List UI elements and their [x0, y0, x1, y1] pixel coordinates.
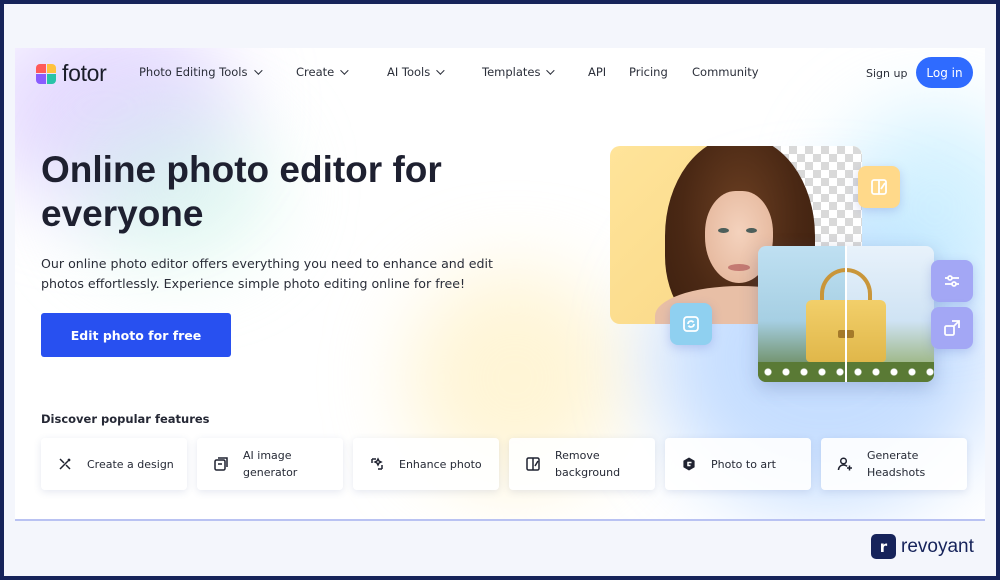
top-nav: fotor Photo Editing Tools Create AI Tool…	[15, 48, 985, 98]
feature-generate-headshots[interactable]: Generate Headshots	[821, 438, 967, 490]
feature-remove-background[interactable]: Remove background	[509, 438, 655, 490]
nav-item-pricing[interactable]: Pricing	[629, 65, 668, 79]
hero-title: Online photo editor for everyone	[41, 149, 442, 234]
nav-item-label: Community	[692, 65, 759, 79]
remove-bg-icon	[526, 457, 540, 471]
login-button[interactable]: Log in	[916, 57, 973, 88]
handbag-image	[758, 246, 934, 382]
nav-item-label: Photo Editing Tools	[139, 65, 248, 79]
revoyant-logo-text: revoyant	[901, 535, 974, 557]
signup-link[interactable]: Sign up	[866, 67, 907, 80]
nav-item-ai-tools[interactable]: AI Tools	[387, 65, 445, 79]
headshot-icon	[837, 457, 852, 471]
logo-text: fotor	[62, 60, 107, 86]
revoyant-logo-icon: r	[871, 534, 896, 559]
feature-create-design[interactable]: Create a design	[41, 438, 187, 490]
fotor-homepage: fotor Photo Editing Tools Create AI Tool…	[15, 48, 985, 521]
nav-item-templates[interactable]: Templates	[482, 65, 556, 79]
feature-label: Remove background	[555, 449, 621, 479]
nav-item-api[interactable]: API	[588, 65, 606, 79]
photo-to-art-icon	[683, 457, 695, 471]
hero-illustration	[610, 146, 973, 386]
nav-item-label: AI Tools	[387, 65, 431, 79]
compare-divider	[845, 246, 847, 382]
feature-label: Enhance photo	[399, 457, 482, 471]
nav-item-label: API	[588, 65, 607, 79]
fotor-logo[interactable]: fotor	[36, 60, 107, 87]
feature-label: Photo to art	[711, 457, 776, 471]
resize-icon	[931, 307, 973, 349]
revoyant-logo: r revoyant	[871, 534, 974, 559]
chevron-down-icon	[436, 66, 445, 75]
nav-item-create[interactable]: Create	[296, 65, 349, 79]
feature-ai-image-generator[interactable]: AI image generator	[197, 438, 343, 490]
enhance-icon	[371, 457, 383, 470]
ai-image-icon	[214, 457, 228, 471]
feature-enhance-photo[interactable]: Enhance photo	[353, 438, 499, 490]
feature-photo-to-art[interactable]: Photo to art	[665, 438, 811, 490]
nav-item-photo-editing-tools[interactable]: Photo Editing Tools	[139, 65, 263, 79]
feature-label: Create a design	[87, 457, 174, 471]
hero-subtitle: Our online photo editor offers everythin…	[41, 256, 493, 291]
nav-item-label: Templates	[482, 65, 541, 79]
nav-item-label: Create	[296, 65, 335, 79]
split-compare-icon	[858, 166, 900, 208]
design-icon	[59, 458, 71, 470]
chevron-down-icon	[253, 66, 263, 75]
adjust-sliders-icon	[931, 260, 973, 302]
nav-item-community[interactable]: Community	[692, 65, 759, 79]
nav-item-label: Pricing	[629, 65, 668, 79]
feature-label: Generate Headshots	[867, 449, 926, 479]
features-title: Discover popular features	[41, 412, 210, 426]
chevron-down-icon	[546, 66, 556, 75]
feature-label: AI image generator	[243, 449, 298, 479]
edit-photo-button[interactable]: Edit photo for free	[41, 313, 231, 357]
chevron-down-icon	[340, 66, 349, 75]
ai-refresh-icon	[670, 303, 712, 345]
fotor-logo-icon	[36, 63, 56, 84]
